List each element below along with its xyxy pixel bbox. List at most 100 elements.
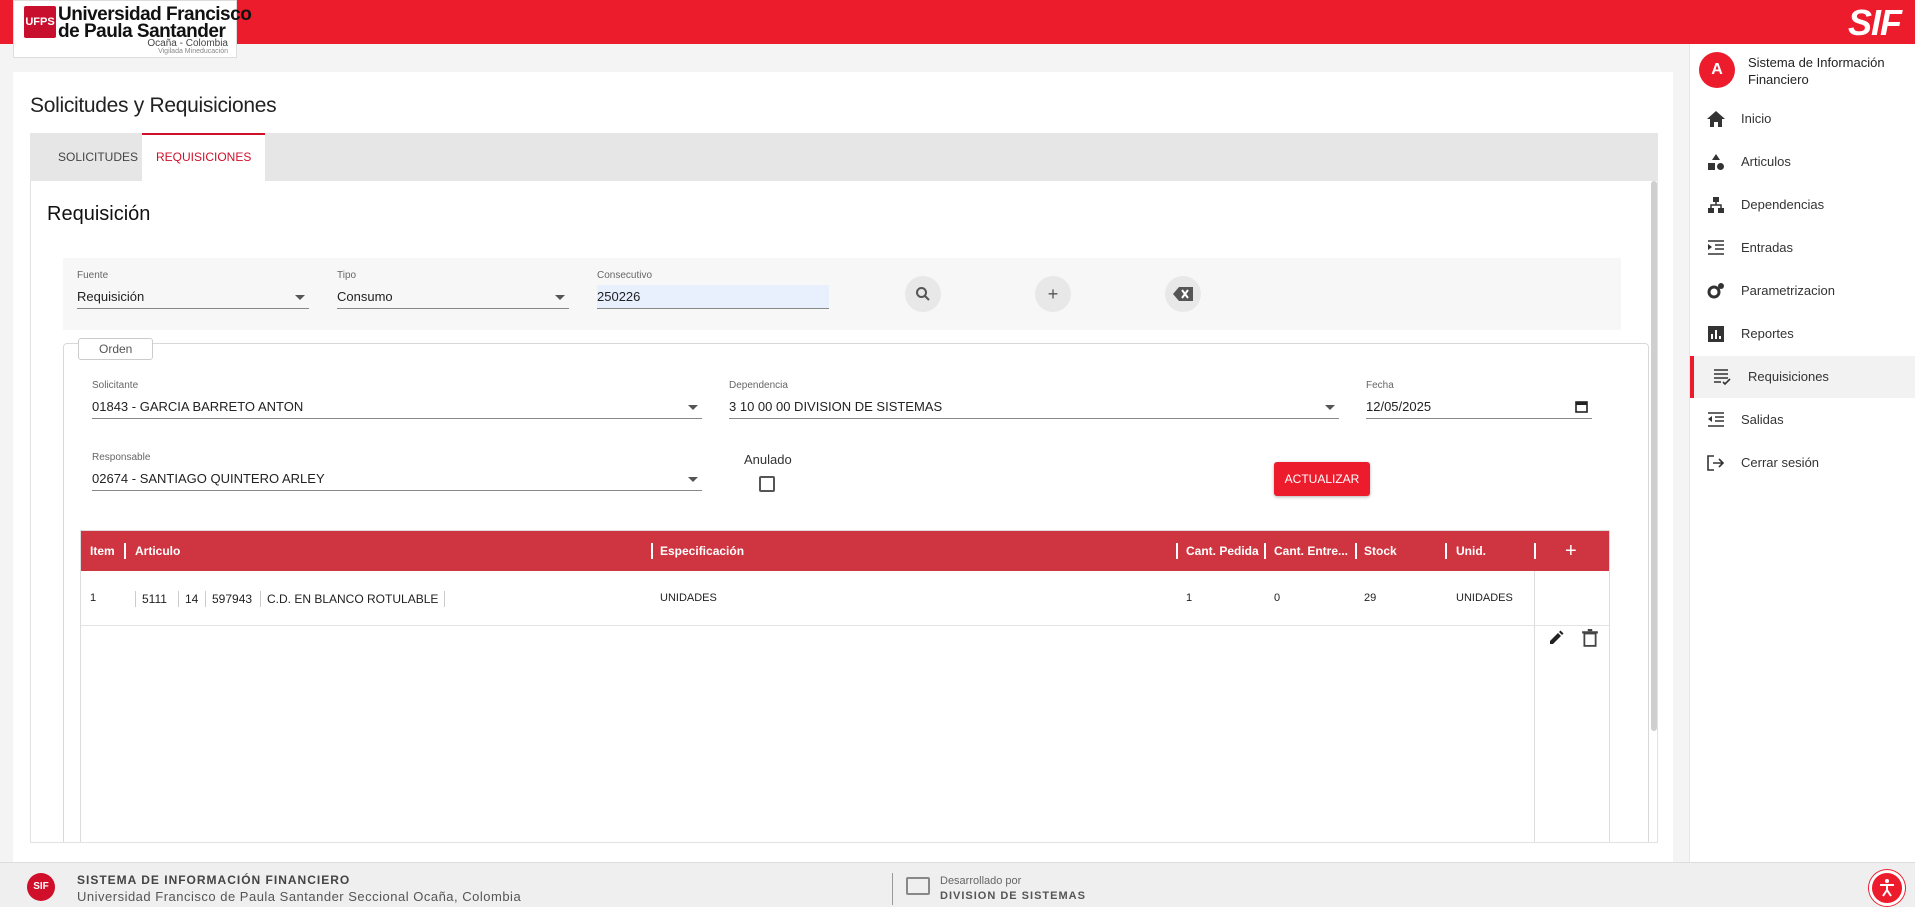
sidebar-item-parametrizacion[interactable]: Parametrizacion: [1690, 270, 1915, 312]
actualizar-button[interactable]: ACTUALIZAR: [1274, 462, 1370, 496]
sidebar-item-label: Salidas: [1741, 412, 1784, 427]
col-separator[interactable]: [1176, 543, 1178, 559]
dependencia-select[interactable]: Dependencia 3 10 00 00 DIVISION DE SISTE…: [729, 380, 1339, 419]
accessibility-button[interactable]: [1869, 870, 1905, 906]
chevron-down-icon: [1325, 405, 1335, 410]
solicitante-select[interactable]: Solicitante 01843 - GARCIA BARRETO ANTON: [92, 380, 702, 419]
footer-dev-name: DIVISION DE SISTEMAS: [940, 890, 1086, 902]
panel-scrollbar[interactable]: [1651, 181, 1657, 731]
consecutivo-field[interactable]: 250226: [597, 285, 829, 309]
sidebar-item-label: Articulos: [1741, 154, 1791, 169]
chevron-down-icon: [555, 295, 565, 300]
orden-fieldset: Orden Solicitante 01843 - GARCIA BARRETO…: [63, 338, 1649, 842]
sidebar-item-requisiciones[interactable]: Requisiciones: [1690, 356, 1915, 398]
org-chart-icon: [1708, 197, 1724, 213]
clear-button[interactable]: [1165, 276, 1201, 312]
footer-dev-by: Desarrollado por: [940, 875, 1022, 887]
sidebar-item-cerrar-sesion[interactable]: Cerrar sesión: [1690, 442, 1915, 484]
cell-articulo-grupo: 5111: [135, 591, 173, 607]
requisicion-panel: Requisición Fuente Requisición Tipo Cons…: [30, 181, 1658, 843]
fuente-label: Fuente: [77, 270, 109, 281]
col-cant-pedida[interactable]: Cant. Pedida: [1186, 531, 1259, 571]
sidebar-item-articulos[interactable]: Articulos: [1690, 141, 1915, 183]
col-separator[interactable]: [651, 543, 653, 559]
col-separator[interactable]: [1445, 543, 1447, 559]
col-articulo[interactable]: Articulo: [135, 531, 180, 571]
gears-icon: [1707, 283, 1724, 299]
logo-text-line4: Vigilada Mineducación: [158, 48, 228, 55]
sidebar-item-label: Entradas: [1741, 240, 1794, 255]
top-bar: SIF: [0, 0, 1915, 44]
tipo-label: Tipo: [337, 270, 357, 281]
app-title: SIF: [1847, 2, 1902, 43]
sif-footer-logo: SIF: [27, 873, 55, 901]
col-cant-entregada[interactable]: Cant. Entre...: [1274, 531, 1354, 571]
sidebar-item-inicio[interactable]: Inicio: [1690, 98, 1915, 140]
sidebar-item-entradas[interactable]: Entradas: [1690, 227, 1915, 269]
sidebar-item-reportes[interactable]: Reportes: [1690, 313, 1915, 355]
solicitante-label: Solicitante: [92, 380, 139, 391]
tipo-select[interactable]: Tipo Consumo: [337, 270, 569, 309]
university-logo[interactable]: UFPS Universidad Francisco de Paula Sant…: [13, 0, 252, 58]
dependencia-value[interactable]: 3 10 00 00 DIVISION DE SISTEMAS: [729, 395, 1339, 419]
cell-especificacion: UNIDADES: [660, 592, 717, 604]
responsable-value[interactable]: 02674 - SANTIAGO QUINTERO ARLEY: [92, 467, 702, 491]
trash-icon[interactable]: [1582, 629, 1598, 647]
edit-icon[interactable]: [1548, 629, 1564, 647]
avatar[interactable]: A: [1699, 52, 1735, 88]
tab-requisiciones[interactable]: REQUISICIONES: [142, 133, 266, 181]
responsable-select[interactable]: Responsable 02674 - SANTIAGO QUINTERO AR…: [92, 452, 702, 491]
page-title: Solicitudes y Requisiciones: [30, 94, 277, 117]
solicitante-value-text: 01843 - GARCIA BARRETO ANTON: [92, 399, 304, 414]
calendar-icon[interactable]: [1575, 400, 1588, 413]
consecutivo-value: 250226: [597, 289, 641, 304]
list-check-icon: [1714, 369, 1731, 386]
search-button[interactable]: [905, 276, 941, 312]
sidebar-item-dependencias[interactable]: Dependencias: [1690, 184, 1915, 226]
fuente-value[interactable]: Requisición: [77, 285, 309, 309]
consecutivo-input[interactable]: Consecutivo 250226: [597, 270, 829, 309]
search-icon: [916, 287, 930, 301]
col-separator[interactable]: [1534, 543, 1536, 559]
grid-header: Item Articulo Especificación Cant. Pedid…: [81, 531, 1609, 571]
col-item[interactable]: Item: [90, 531, 115, 571]
fuente-value-text: Requisición: [77, 289, 145, 304]
responsable-value-text: 02674 - SANTIAGO QUINTERO ARLEY: [92, 471, 325, 486]
sidebar-title: Sistema de Información Financiero: [1748, 55, 1885, 87]
col-unid[interactable]: Unid.: [1456, 531, 1486, 571]
sidebar-item-label: Dependencias: [1741, 197, 1825, 212]
col-stock[interactable]: Stock: [1364, 531, 1397, 571]
tab-solicitudes[interactable]: SOLICITUDES: [44, 133, 152, 181]
add-button[interactable]: +: [1035, 276, 1071, 312]
chevron-down-icon: [688, 477, 698, 482]
anulado-label: Anulado: [744, 452, 792, 467]
cell-articulo-subgrupo: 14: [178, 591, 204, 607]
section-title: Requisición: [47, 203, 151, 225]
add-row-icon[interactable]: +: [1565, 531, 1577, 571]
chevron-down-icon: [688, 405, 698, 410]
fecha-value-text: 12/05/2025: [1366, 399, 1432, 414]
cell-articulo-nombre: C.D. EN BLANCO ROTULABLE: [260, 591, 446, 607]
col-separator[interactable]: [1355, 543, 1357, 559]
col-separator[interactable]: [1264, 543, 1266, 559]
indent-icon: [1708, 240, 1724, 255]
col-especificacion[interactable]: Especificación: [660, 531, 744, 571]
filter-bar: Fuente Requisición Tipo Consumo Consecut…: [63, 258, 1621, 330]
tipo-value[interactable]: Consumo: [337, 285, 569, 309]
col-separator[interactable]: [124, 543, 126, 559]
table-row[interactable]: 1 5111 14 597943 C.D. EN BLANCO ROTULABL…: [81, 571, 1609, 626]
fecha-input[interactable]: Fecha 12/05/2025: [1366, 380, 1592, 419]
cell-cant-entregada: 0: [1274, 592, 1281, 604]
fuente-select[interactable]: Fuente Requisición: [77, 270, 309, 309]
accessibility-icon: [1880, 879, 1894, 897]
bar-chart-icon: [1708, 326, 1724, 342]
sidebar-item-label: Parametrizacion: [1741, 283, 1835, 298]
solicitante-value[interactable]: 01843 - GARCIA BARRETO ANTON: [92, 395, 702, 419]
anulado-checkbox[interactable]: [759, 476, 775, 492]
responsable-label: Responsable: [92, 452, 151, 463]
sidebar-item-label: Cerrar sesión: [1741, 455, 1820, 470]
footer-title: SISTEMA DE INFORMACIÓN FINANCIERO: [77, 873, 351, 887]
sidebar-item-salidas[interactable]: Salidas: [1690, 399, 1915, 441]
ufps-logo-mark: UFPS: [24, 6, 56, 38]
fecha-value[interactable]: 12/05/2025: [1366, 395, 1592, 419]
